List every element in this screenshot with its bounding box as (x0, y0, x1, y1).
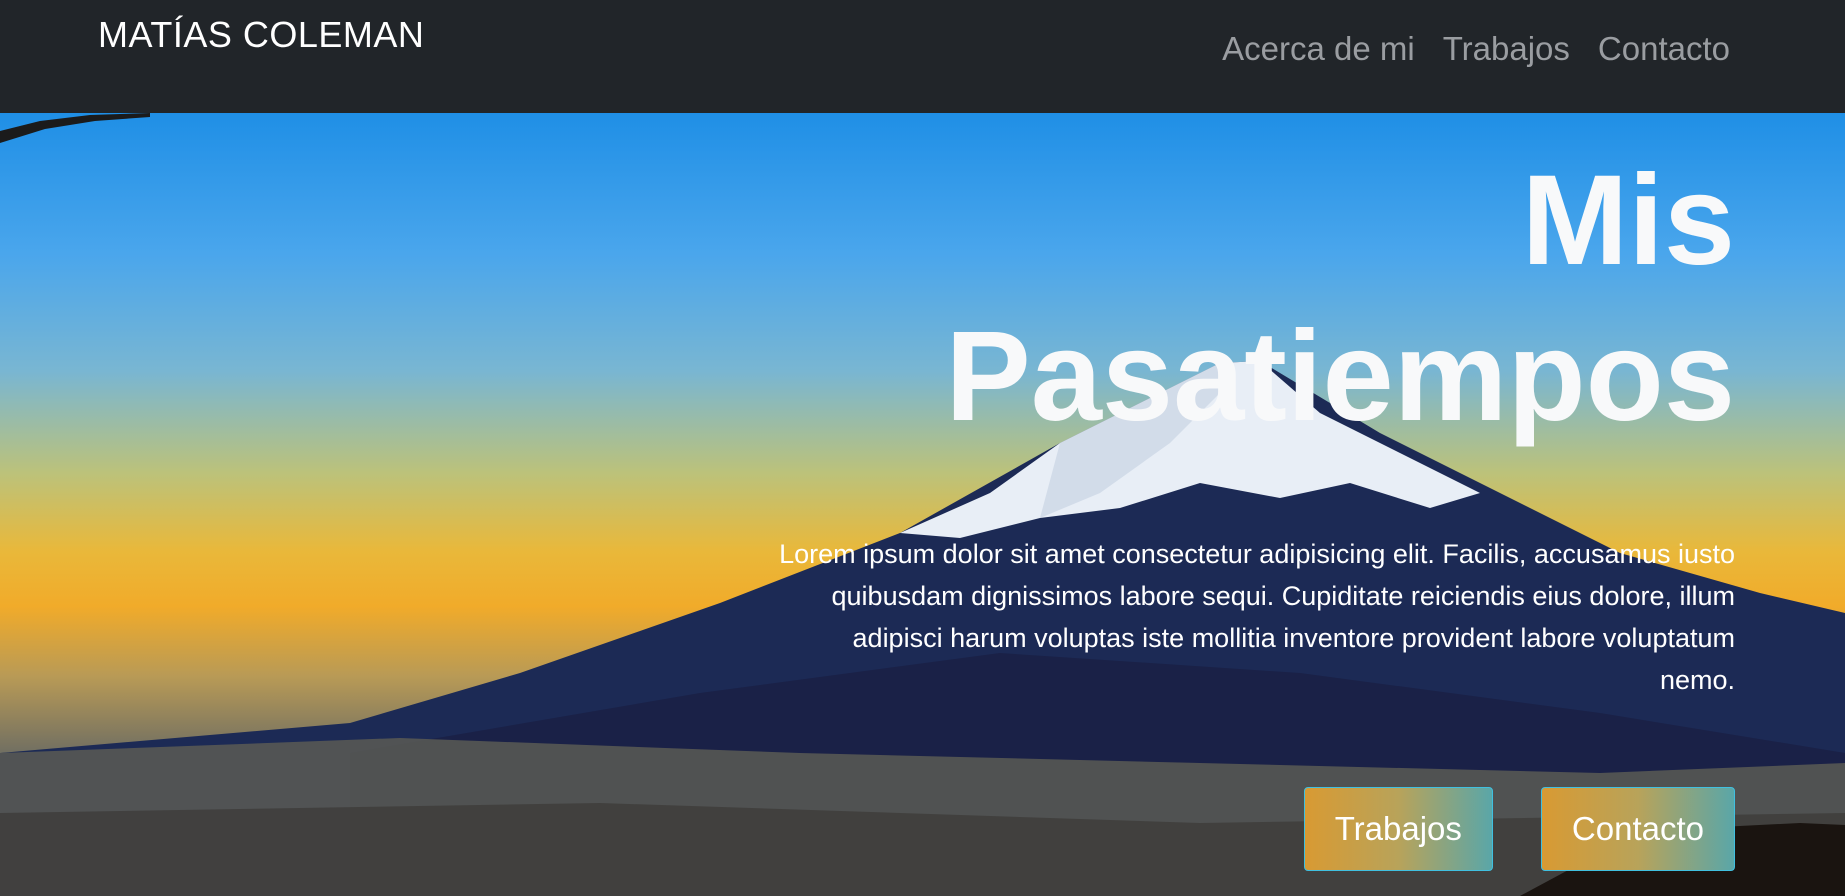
trabajos-button[interactable]: Trabajos (1303, 787, 1493, 871)
nav-link-trabajos[interactable]: Trabajos (1443, 30, 1570, 68)
hero-section: Mis Pasatiempos Lorem ipsum dolor sit am… (0, 113, 1845, 896)
tree-branch (0, 113, 150, 143)
hero-title-line1: Mis (1521, 149, 1735, 292)
nav-link-contacto[interactable]: Contacto (1598, 30, 1730, 68)
hero-title-line2: Pasatiempos (945, 305, 1735, 448)
hero-description: Lorem ipsum dolor sit amet consectetur a… (779, 539, 1735, 695)
contacto-button[interactable]: Contacto (1540, 787, 1735, 871)
hero-buttons: Trabajos Contacto (1303, 787, 1735, 871)
hero-title: Mis Pasatiempos (945, 143, 1735, 455)
navbar: MATÍAS COLEMAN Acerca de mi Trabajos Con… (0, 0, 1845, 113)
brand-logo[interactable]: MATÍAS COLEMAN (98, 14, 424, 56)
nav-link-acerca[interactable]: Acerca de mi (1222, 30, 1415, 68)
main-nav: Acerca de mi Trabajos Contacto (1222, 30, 1730, 68)
